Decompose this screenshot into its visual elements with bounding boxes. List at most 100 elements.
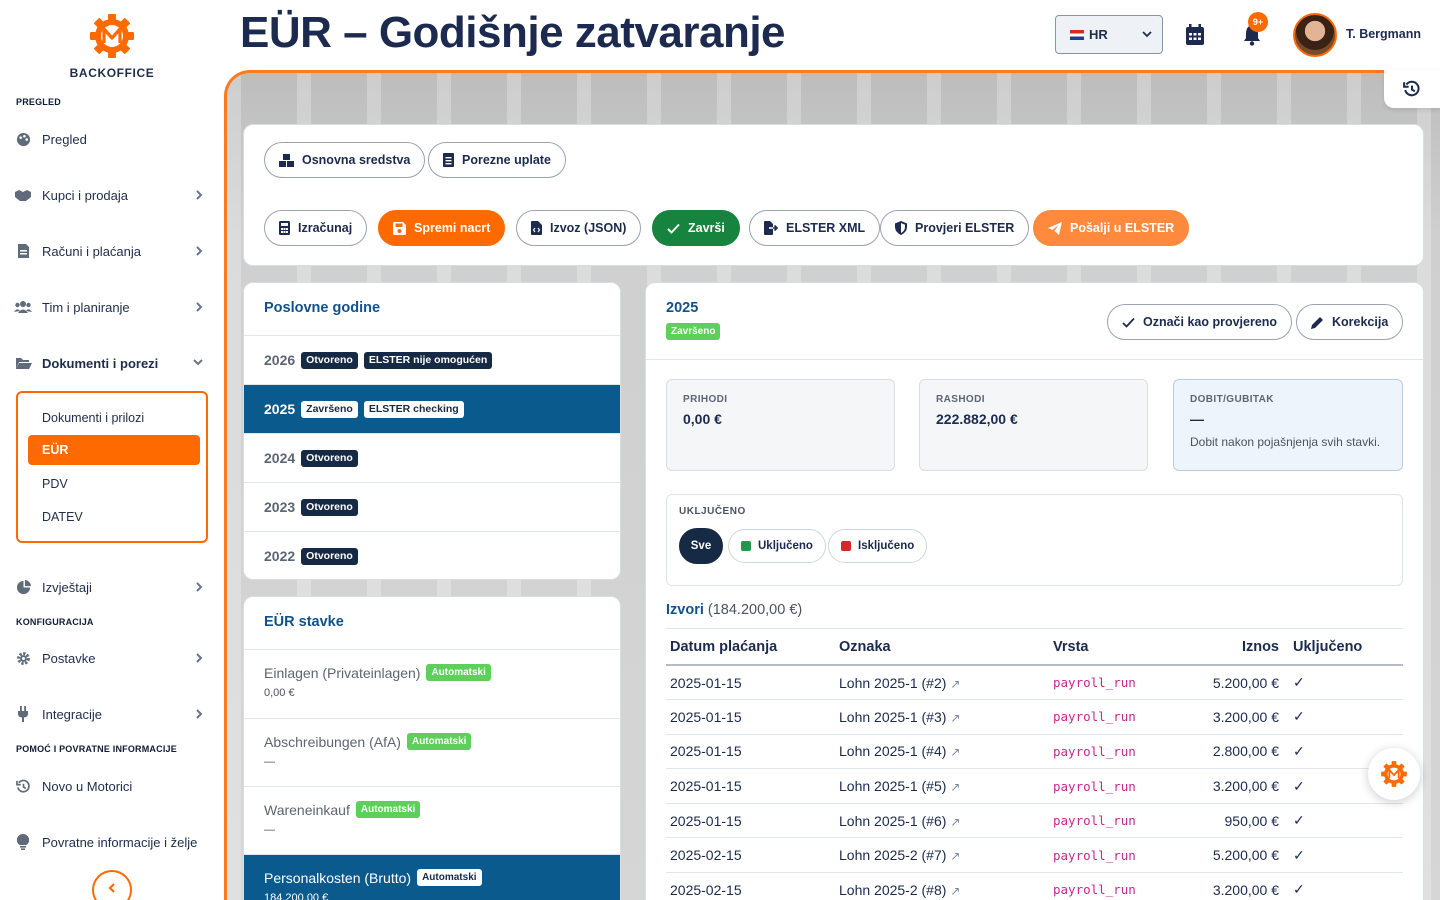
- year-row[interactable]: 2023 Otvoreno: [244, 482, 620, 531]
- export-json-button[interactable]: Izvoz (JSON): [516, 210, 642, 246]
- tax-payments-button[interactable]: Porezne uplate: [428, 142, 566, 178]
- column-header[interactable]: Uključeno: [1289, 629, 1403, 666]
- source-link[interactable]: Lohn 2025-1 (#4): [839, 743, 946, 759]
- external-link-icon[interactable]: ↗: [950, 780, 960, 794]
- type-cell: payroll_run: [1049, 768, 1169, 804]
- invoice-icon: [14, 242, 32, 260]
- date-cell: 2025-02-15: [666, 872, 835, 900]
- check-elster-button[interactable]: Provjeri ELSTER: [880, 210, 1030, 246]
- label-cell: Lohn 2025-1 (#3) ↗: [835, 699, 1049, 735]
- assistant-button[interactable]: [1368, 748, 1420, 800]
- list-item[interactable]: Abschreibungen (AfA) Automatski —: [244, 718, 620, 786]
- year-row[interactable]: 2024 Otvoreno: [244, 433, 620, 482]
- year-row-selected[interactable]: 2025 Završeno ELSTER checking: [244, 384, 620, 433]
- sidebar-item-pregled[interactable]: Pregled: [14, 127, 210, 151]
- filter-included[interactable]: Uključeno: [728, 529, 826, 563]
- user-name[interactable]: T. Bergmann: [1346, 27, 1421, 41]
- notification-badge: 9+: [1248, 12, 1268, 32]
- included-cell: ✓: [1289, 665, 1403, 701]
- filter-label: UKLJUČENO: [679, 506, 746, 517]
- language-select[interactable]: HR: [1055, 15, 1163, 54]
- source-link[interactable]: Lohn 2025-1 (#6): [839, 813, 946, 829]
- section-overview: PREGLED: [16, 97, 61, 107]
- pencil-icon: [1311, 316, 1324, 329]
- column-header[interactable]: Iznos: [1169, 629, 1289, 666]
- column-header[interactable]: Vrsta: [1049, 629, 1169, 666]
- submenu-item-eur[interactable]: EÜR: [28, 435, 200, 465]
- history-icon: [1403, 80, 1421, 98]
- table-row[interactable]: 2025-01-15 Lohn 2025-1 (#3) ↗ payroll_run 3.…: [666, 699, 1403, 735]
- column-header[interactable]: Datum plaćanja: [666, 629, 835, 666]
- table-row[interactable]: 2025-02-15 Lohn 2025-2 (#8) ↗ payroll_run 3.…: [666, 872, 1403, 900]
- sidebar-item-settings[interactable]: Postavke: [14, 646, 210, 670]
- chevron-right-icon: [194, 189, 204, 201]
- calculate-button[interactable]: Izračunaj: [264, 210, 368, 246]
- included-cell: ✓: [1289, 803, 1403, 839]
- external-link-icon[interactable]: ↗: [950, 884, 960, 898]
- filter-all[interactable]: Sve: [679, 528, 723, 564]
- toolbar-card: Osnovna sredstva Porezne uplate Izračuna…: [243, 124, 1424, 266]
- sidebar-item-documents[interactable]: Dokumenti i porezi: [14, 351, 210, 375]
- table-row[interactable]: 2025-01-15 Lohn 2025-1 (#6) ↗ payroll_run 95…: [666, 803, 1403, 839]
- source-link[interactable]: Lohn 2025-1 (#2): [839, 675, 946, 691]
- year-row[interactable]: 2022 Otvoreno: [244, 531, 620, 579]
- fixed-assets-button[interactable]: Osnovna sredstva: [264, 142, 426, 178]
- table-row[interactable]: 2025-01-15 Lohn 2025-1 (#2) ↗ payroll_run 5.…: [666, 665, 1403, 701]
- source-link[interactable]: Lohn 2025-1 (#5): [839, 778, 946, 794]
- external-link-icon[interactable]: ↗: [950, 711, 960, 725]
- source-link[interactable]: Lohn 2025-2 (#8): [839, 882, 946, 898]
- source-link[interactable]: Lohn 2025-2 (#7): [839, 847, 946, 863]
- fiscal-years-title: Poslovne godine: [264, 300, 381, 316]
- sidebar-item-integrations[interactable]: Integracije: [14, 702, 210, 726]
- documents-submenu: Dokumenti i prilozi EÜR PDV DATEV: [16, 391, 208, 543]
- collapse-sidebar-button[interactable]: [92, 870, 132, 900]
- amount-cell: 2.800,00 €: [1169, 734, 1289, 770]
- external-link-icon[interactable]: ↗: [950, 677, 960, 691]
- sidebar-item-team[interactable]: Tim i planiranje: [14, 295, 210, 319]
- auto-badge: Automatski: [406, 733, 472, 750]
- table-row[interactable]: 2025-01-15 Lohn 2025-1 (#5) ↗ payroll_run 3.…: [666, 768, 1403, 804]
- avatar[interactable]: [1293, 13, 1337, 57]
- sidebar-item-invoices[interactable]: Računi i plaćanja: [14, 239, 210, 263]
- sidebar-item-reports[interactable]: Izvještaji: [14, 575, 210, 599]
- label-cell: Lohn 2025-1 (#5) ↗: [835, 768, 1049, 804]
- table-row[interactable]: 2025-02-15 Lohn 2025-2 (#7) ↗ payroll_run 5.…: [666, 837, 1403, 874]
- year-row[interactable]: 2026 Otvoreno ELSTER nije omogućen: [244, 335, 620, 384]
- list-item[interactable]: Wareneinkauf Automatski —: [244, 786, 620, 854]
- sidebar-item-sales[interactable]: Kupci i prodaja: [14, 183, 210, 207]
- profit-kpi: DOBIT/GUBITAK — Dobit nakon pojašnjenja …: [1173, 379, 1403, 471]
- list-item[interactable]: Einlagen (Privateinlagen) Automatski 0,00…: [244, 649, 620, 718]
- correction-button[interactable]: Korekcija: [1296, 304, 1404, 340]
- pill-label: Isključeno: [858, 540, 915, 552]
- submenu-item-datev[interactable]: DATEV: [28, 502, 200, 532]
- filter-excluded[interactable]: Isključeno: [828, 529, 928, 563]
- external-link-icon[interactable]: ↗: [950, 745, 960, 759]
- check-icon: [667, 223, 680, 234]
- send-to-elster-button[interactable]: Pošalji u ELSTER: [1033, 210, 1190, 246]
- save-draft-button[interactable]: Spremi nacrt: [378, 210, 506, 246]
- submenu-item-pdv[interactable]: PDV: [28, 469, 200, 499]
- list-item-selected[interactable]: Personalkosten (Brutto) Automatski 184.20…: [244, 854, 620, 900]
- chevron-right-icon: [194, 301, 204, 313]
- sidebar-item-feedback[interactable]: Povratne informacije i želje: [14, 830, 210, 854]
- mark-checked-button[interactable]: Označi kao provjereno: [1107, 304, 1293, 340]
- kpi-value: 222.882,00 €: [936, 411, 1018, 427]
- elster-xml-button[interactable]: ELSTER XML: [749, 210, 881, 246]
- column-header[interactable]: Oznaka: [835, 629, 1049, 666]
- detail-year: 2025: [666, 300, 699, 316]
- amount-cell: 5.200,00 €: [1169, 665, 1289, 701]
- item-value: 0,00 €: [264, 687, 295, 699]
- history-button[interactable]: [1384, 70, 1440, 108]
- external-link-icon[interactable]: ↗: [950, 849, 960, 863]
- submenu-item-documents[interactable]: Dokumenti i prilozi: [28, 403, 200, 433]
- detail-card: 2025 Završeno Označi kao provjereno Kore…: [645, 282, 1424, 900]
- table-row[interactable]: 2025-01-15 Lohn 2025-1 (#4) ↗ payroll_run 2.…: [666, 734, 1403, 770]
- external-link-icon[interactable]: ↗: [950, 815, 960, 829]
- calendar-icon[interactable]: [1185, 24, 1205, 46]
- sidebar-item-whats-new[interactable]: Novo u Motorici: [14, 774, 210, 798]
- sidebar-item-label: Postavke: [42, 650, 96, 666]
- button-label: Označi kao provjereno: [1143, 315, 1278, 329]
- finish-button[interactable]: Završi: [652, 210, 740, 246]
- source-link[interactable]: Lohn 2025-1 (#3): [839, 709, 946, 725]
- motorica-logo-icon[interactable]: [88, 12, 136, 60]
